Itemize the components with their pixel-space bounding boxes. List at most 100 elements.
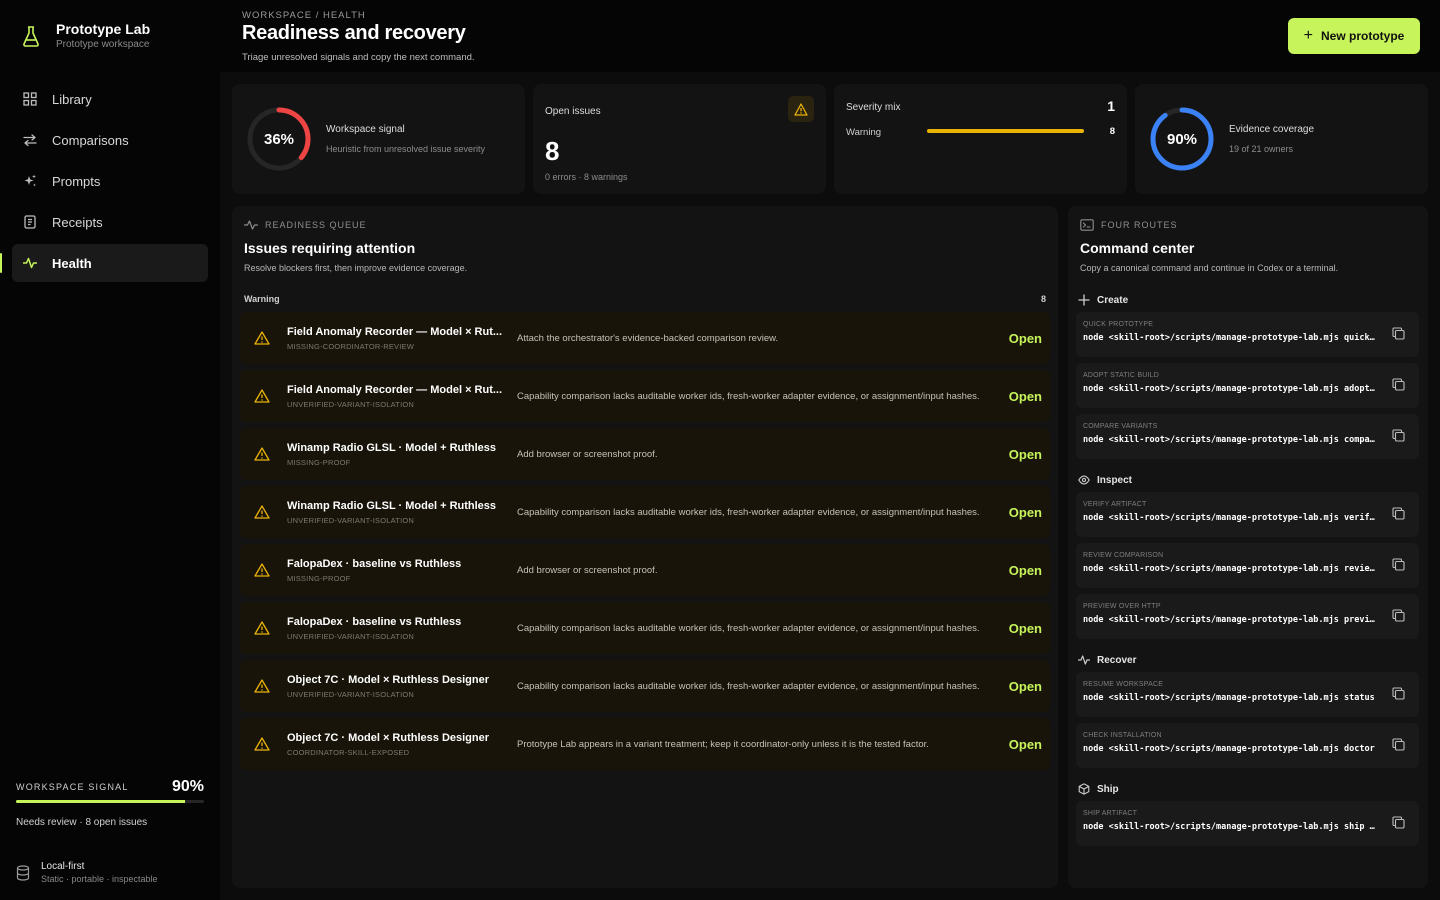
terminal-icon bbox=[1080, 219, 1094, 231]
issue-name: Object 7C · Model × Ruthless Designer bbox=[287, 673, 490, 686]
issue-description: Prototype Lab appears in a variant treat… bbox=[517, 738, 929, 750]
copy-icon[interactable] bbox=[1392, 378, 1405, 391]
command-card[interactable]: Review comparison node <skill-root>/scri… bbox=[1076, 543, 1419, 588]
new-prototype-button[interactable]: + New prototype bbox=[1288, 18, 1420, 54]
command-label: Adopt static build bbox=[1083, 372, 1159, 379]
issue-code: COORDINATOR-SKILL-EXPOSED bbox=[287, 747, 410, 757]
evidence-coverage-card: 90% Evidence coverage 19 of 21 owners bbox=[1135, 84, 1428, 194]
open-issue-button[interactable]: Open bbox=[1009, 563, 1042, 578]
warning-icon bbox=[254, 621, 270, 635]
issue-code: UNVERIFIED-VARIANT-ISOLATION bbox=[287, 631, 415, 641]
sidebar-item-comparisons[interactable]: Comparisons bbox=[12, 121, 208, 159]
severity-warning-fill bbox=[927, 129, 1084, 133]
route-create-header: Create bbox=[1078, 294, 1128, 306]
copy-icon[interactable] bbox=[1392, 738, 1405, 751]
command-label: Verify artifact bbox=[1083, 501, 1147, 508]
readiness-queue-label-text: Readiness queue bbox=[265, 220, 367, 230]
open-issues-title: Open issues bbox=[545, 106, 601, 117]
copy-icon[interactable] bbox=[1392, 507, 1405, 520]
copy-icon[interactable] bbox=[1392, 687, 1405, 700]
copy-icon[interactable] bbox=[1392, 816, 1405, 829]
open-issue-button[interactable]: Open bbox=[1009, 621, 1042, 636]
command-card[interactable]: Ship artifact node <skill-root>/scripts/… bbox=[1076, 801, 1419, 846]
warning-icon bbox=[254, 331, 270, 345]
warning-badge bbox=[788, 96, 814, 122]
command-card[interactable]: Quick prototype node <skill-root>/script… bbox=[1076, 312, 1419, 357]
issue-row[interactable]: Winamp Radio GLSL · Model + Ruthless UNVE… bbox=[240, 486, 1050, 538]
command-text: node <skill-root>/scripts/manage-prototy… bbox=[1083, 333, 1378, 343]
command-card[interactable]: Resume workspace node <skill-root>/scrip… bbox=[1076, 672, 1419, 717]
open-issue-button[interactable]: Open bbox=[1009, 389, 1042, 404]
issue-row[interactable]: Winamp Radio GLSL · Model + Ruthless MISS… bbox=[240, 428, 1050, 480]
readiness-queue-panel: Readiness queue Issues requiring attenti… bbox=[232, 206, 1058, 888]
command-label: Resume workspace bbox=[1083, 681, 1164, 688]
issue-row[interactable]: FalopaDex · baseline vs Ruthless UNVERIFI… bbox=[240, 602, 1050, 654]
issue-description: Capability comparison lacks auditable wo… bbox=[517, 390, 980, 402]
severity-mix-total: 1 bbox=[1107, 98, 1115, 114]
local-first-subtitle: Static · portable · inspectable bbox=[41, 874, 158, 884]
sidebar-item-prompts[interactable]: Prompts bbox=[12, 162, 208, 200]
eye-icon bbox=[1078, 475, 1090, 485]
copy-icon[interactable] bbox=[1392, 429, 1405, 442]
command-center-panel: Four routes Command center Copy a canoni… bbox=[1068, 206, 1428, 888]
copy-icon[interactable] bbox=[1392, 327, 1405, 340]
command-card[interactable]: Verify artifact node <skill-root>/script… bbox=[1076, 492, 1419, 537]
issue-code: UNVERIFIED-VARIANT-ISOLATION bbox=[287, 689, 415, 699]
command-text: node <skill-root>/scripts/manage-prototy… bbox=[1083, 435, 1378, 445]
sidebar-item-receipts[interactable]: Receipts bbox=[12, 203, 208, 241]
open-issues-count: 8 bbox=[545, 136, 560, 166]
command-center-label: Four routes bbox=[1080, 219, 1338, 231]
open-issue-button[interactable]: Open bbox=[1009, 331, 1042, 346]
issue-row[interactable]: Object 7C · Model × Ruthless Designer UNV… bbox=[240, 660, 1050, 712]
route-name: Recover bbox=[1097, 654, 1137, 666]
command-card[interactable]: Check installation node <skill-root>/scr… bbox=[1076, 723, 1419, 768]
open-issue-button[interactable]: Open bbox=[1009, 679, 1042, 694]
evidence-coverage-percent: 90% bbox=[1166, 130, 1198, 148]
sidebar-item-label: Comparisons bbox=[52, 132, 129, 148]
sparkle-icon bbox=[24, 174, 36, 187]
grid-icon bbox=[23, 92, 37, 106]
route-ship-header: Ship bbox=[1078, 783, 1119, 795]
workspace-signal-value: 90% bbox=[171, 778, 204, 795]
open-issue-button[interactable]: Open bbox=[1009, 447, 1042, 462]
workspace-signal-ring: 36% bbox=[246, 106, 312, 172]
workspace-signal-percent: 36% bbox=[263, 130, 295, 148]
command-label: Quick prototype bbox=[1083, 321, 1154, 328]
issue-code: MISSING-COORDINATOR-REVIEW bbox=[287, 341, 415, 351]
issue-row[interactable]: Field Anomaly Recorder — Model × Rut... M… bbox=[240, 312, 1050, 364]
issue-row[interactable]: Object 7C · Model × Ruthless Designer COO… bbox=[240, 718, 1050, 770]
sidebar-item-library[interactable]: Library bbox=[12, 80, 208, 118]
command-card[interactable]: Compare variants node <skill-root>/scrip… bbox=[1076, 414, 1419, 459]
copy-icon[interactable] bbox=[1392, 609, 1405, 622]
warning-icon bbox=[254, 447, 270, 461]
sidebar-item-label: Health bbox=[52, 255, 92, 271]
workspace-signal-fill bbox=[16, 800, 186, 803]
evidence-coverage-subtitle: 19 of 21 owners bbox=[1229, 144, 1294, 154]
command-center-label-text: Four routes bbox=[1101, 220, 1178, 230]
sidebar-workspace-signal: Workspace signal 90% Needs review · 8 op… bbox=[16, 778, 204, 828]
open-issue-button[interactable]: Open bbox=[1009, 737, 1042, 752]
copy-icon[interactable] bbox=[1392, 558, 1405, 571]
workspace-signal-bar bbox=[16, 800, 204, 803]
plus-icon bbox=[1078, 294, 1090, 306]
sidebar-item-health[interactable]: Health bbox=[0, 244, 208, 282]
open-issue-button[interactable]: Open bbox=[1009, 505, 1042, 520]
command-text: node <skill-root>/scripts/manage-prototy… bbox=[1083, 693, 1375, 703]
issue-row[interactable]: FalopaDex · baseline vs Ruthless MISSING-… bbox=[240, 544, 1050, 596]
box-icon bbox=[1078, 783, 1090, 795]
issue-row[interactable]: Field Anomaly Recorder — Model × Rut... U… bbox=[240, 370, 1050, 422]
brand[interactable]: Prototype Lab Prototype workspace bbox=[22, 20, 150, 52]
issue-name: Field Anomaly Recorder — Model × Rut... bbox=[287, 325, 503, 338]
issue-description: Capability comparison lacks auditable wo… bbox=[517, 506, 980, 518]
command-card[interactable]: Adopt static build node <skill-root>/scr… bbox=[1076, 363, 1419, 408]
command-label: Review comparison bbox=[1083, 552, 1164, 559]
route-name: Create bbox=[1097, 294, 1129, 306]
open-issues-card: Open issues 8 0 errors · 8 warnings bbox=[533, 84, 826, 194]
command-card[interactable]: Preview over HTTP node <skill-root>/scri… bbox=[1076, 594, 1419, 639]
command-text: node <skill-root>/scripts/manage-prototy… bbox=[1083, 744, 1375, 754]
warning-icon bbox=[254, 563, 270, 577]
arrows-icon bbox=[23, 134, 37, 147]
command-text: node <skill-root>/scripts/manage-prototy… bbox=[1083, 384, 1378, 394]
issue-name: Winamp Radio GLSL · Model + Ruthless bbox=[287, 499, 497, 512]
page-subtitle: Triage unresolved signals and copy the n… bbox=[242, 52, 475, 63]
